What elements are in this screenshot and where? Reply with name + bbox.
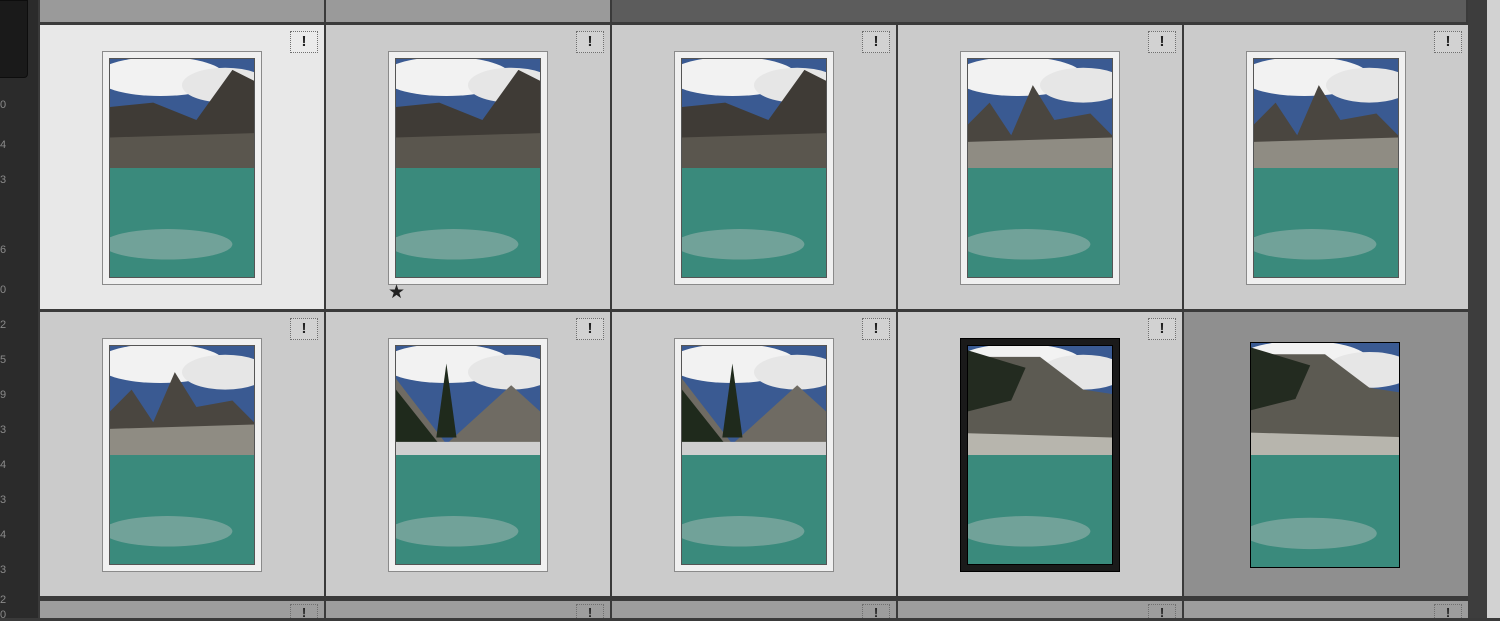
ruler-digit: 4: [0, 529, 7, 541]
warning-icon[interactable]: !: [576, 604, 604, 618]
thumbnail-cell[interactable]: !: [612, 312, 896, 596]
ruler-digit: 2: [0, 594, 7, 606]
thumbnail-frame[interactable]: [960, 51, 1120, 285]
star-rating-icon[interactable]: ★: [388, 283, 405, 303]
next-row-cell[interactable]: !: [612, 601, 896, 618]
ruler-digit: 0: [0, 99, 7, 111]
ruler-digit: 6: [0, 244, 7, 256]
ruler-digit: 5: [0, 354, 7, 366]
photo-thumbnail[interactable]: [1253, 58, 1399, 278]
thumbnail-frame[interactable]: [674, 338, 834, 572]
thumbnail-cell[interactable]: !: [40, 25, 324, 309]
left-panel-edge: 0 4 3 6 0 2 5 9 3 4 3 4 3 2 0: [0, 0, 38, 621]
thumbnail-frame[interactable]: [102, 338, 262, 572]
ruler-digit: 3: [0, 494, 7, 506]
thumbnail-frame[interactable]: [960, 338, 1120, 572]
ruler-digit: 3: [0, 174, 7, 186]
warning-icon[interactable]: !: [290, 318, 318, 340]
warning-icon[interactable]: !: [1434, 31, 1462, 53]
previous-row-cell[interactable]: [40, 0, 324, 22]
warning-icon[interactable]: !: [862, 31, 890, 53]
photo-thumbnail[interactable]: [967, 345, 1113, 565]
warning-icon[interactable]: !: [576, 318, 604, 340]
ruler-digit: 0: [0, 609, 7, 621]
thumbnail-cell[interactable]: [1184, 312, 1468, 596]
previous-row-strip: [40, 0, 1466, 22]
warning-icon[interactable]: !: [1148, 318, 1176, 340]
warning-icon[interactable]: !: [1148, 604, 1176, 618]
thumbnail-cell[interactable]: !: [1184, 25, 1468, 309]
thumbnail-frame[interactable]: [102, 51, 262, 285]
thumbnail-frame[interactable]: [1246, 338, 1406, 572]
ruler-digit: 3: [0, 564, 7, 576]
ruler-digit: 3: [0, 424, 7, 436]
previous-row-empty: [612, 0, 1466, 22]
warning-icon[interactable]: !: [862, 604, 890, 618]
ruler-digit: 4: [0, 139, 7, 151]
warning-icon[interactable]: !: [1148, 31, 1176, 53]
thumbnail-cell[interactable]: !: [898, 25, 1182, 309]
vertical-scrollbar[interactable]: [1487, 0, 1500, 618]
photo-thumbnail[interactable]: [395, 345, 541, 565]
thumbnail-frame[interactable]: [388, 51, 548, 285]
thumbnail-cell[interactable]: ! ★: [326, 25, 610, 309]
photo-thumbnail[interactable]: [109, 58, 255, 278]
ruler-digit: 0: [0, 284, 7, 296]
left-panel-box: [0, 0, 28, 78]
thumbnail-cell[interactable]: !: [898, 312, 1182, 596]
ruler-digit: 9: [0, 389, 7, 401]
warning-icon[interactable]: !: [862, 318, 890, 340]
photo-thumbnail[interactable]: [681, 345, 827, 565]
thumbnail-cell[interactable]: !: [40, 312, 324, 596]
warning-icon[interactable]: !: [290, 31, 318, 53]
photo-thumbnail[interactable]: [681, 58, 827, 278]
thumbnail-frame[interactable]: [674, 51, 834, 285]
photo-thumbnail[interactable]: [395, 58, 541, 278]
thumbnail-cell[interactable]: !: [612, 25, 896, 309]
next-row-strip: !!!!!: [40, 601, 1468, 618]
thumbnail-cell[interactable]: !: [326, 312, 610, 596]
warning-icon[interactable]: !: [576, 31, 604, 53]
next-row-cell[interactable]: !: [40, 601, 324, 618]
photo-thumbnail[interactable]: [109, 345, 255, 565]
next-row-cell[interactable]: !: [1184, 601, 1468, 618]
next-row-cell[interactable]: !: [326, 601, 610, 618]
ruler-digit: 2: [0, 319, 7, 331]
thumbnail-frame[interactable]: [1246, 51, 1406, 285]
next-row-cell[interactable]: !: [898, 601, 1182, 618]
photo-thumbnail[interactable]: [1250, 342, 1400, 568]
ruler-digit: 4: [0, 459, 7, 471]
warning-icon[interactable]: !: [290, 604, 318, 618]
previous-row-cell[interactable]: [326, 0, 610, 22]
warning-icon[interactable]: !: [1434, 604, 1462, 618]
photo-thumbnail[interactable]: [967, 58, 1113, 278]
thumbnail-frame[interactable]: [388, 338, 548, 572]
